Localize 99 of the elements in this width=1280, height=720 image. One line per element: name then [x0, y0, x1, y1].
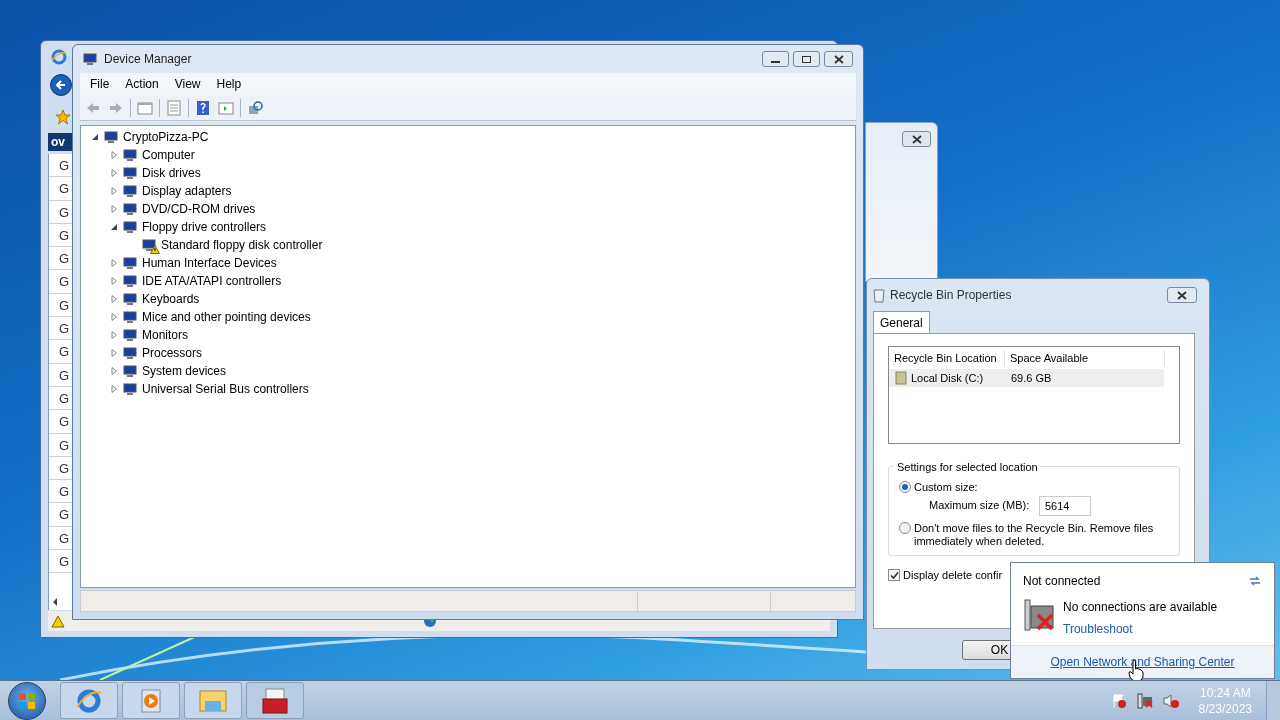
device-icon [141, 237, 157, 253]
tree-item[interactable]: IDE ATA/ATAPI controllers [142, 272, 282, 290]
tree-item[interactable]: Disk drives [142, 164, 201, 182]
tree-item[interactable]: DVD/CD-ROM drives [142, 200, 256, 218]
column-header[interactable]: Space Available [1005, 349, 1165, 367]
tree-item[interactable]: Standard floppy disk controller [161, 236, 323, 254]
connection-message: No connections are available [1063, 599, 1218, 616]
expand-arrow-icon[interactable] [110, 277, 118, 285]
tab[interactable]: General [873, 311, 930, 333]
close-icon [833, 54, 844, 64]
favorites-star-icon[interactable] [55, 109, 71, 125]
tree-item[interactable]: Display adapters [142, 182, 232, 200]
warning-icon [51, 614, 65, 628]
tree-item[interactable]: Processors [142, 344, 203, 362]
back-button[interactable] [50, 74, 72, 96]
expand-arrow-icon[interactable] [110, 295, 118, 303]
expand-arrow-icon[interactable] [110, 169, 118, 177]
drive-icon [895, 371, 907, 385]
expand-arrow-icon[interactable] [110, 313, 118, 321]
tree-item[interactable]: Floppy drive controllers [142, 218, 267, 236]
radio-button[interactable] [899, 481, 911, 494]
close-button[interactable] [902, 131, 931, 147]
tree-item[interactable]: Computer [142, 146, 195, 164]
device-icon [122, 273, 138, 289]
tree-item[interactable]: CryptoPizza-PC [123, 128, 209, 146]
recycle-bin-icon [873, 287, 885, 303]
expand-arrow-icon[interactable] [110, 385, 118, 393]
browser-taskbar-button[interactable] [60, 682, 118, 719]
device-icon [122, 381, 138, 397]
field-label: Maximum size (MB): [929, 498, 1031, 514]
network-disconnected-icon [1023, 598, 1055, 632]
tree-item[interactable]: Human Interface Devices [142, 254, 277, 272]
minimize-button[interactable] [762, 51, 789, 67]
checkbox[interactable] [888, 569, 900, 582]
troubleshoot-link[interactable]: Troubleshoot [1063, 620, 1218, 638]
table-cell-text: Local Disk (C:) [911, 370, 985, 386]
device-icon [122, 165, 138, 181]
device-icon [122, 255, 138, 271]
collapse-arrow-icon[interactable] [91, 133, 99, 141]
device-icon [122, 345, 138, 361]
window-title: Device Manager [104, 51, 193, 68]
radio-label: Don't move files to the Recycle Bin. Remove files immediately when deleted. [914, 521, 1155, 548]
expand-arrow-icon[interactable] [110, 151, 118, 159]
speaker-muted-icon[interactable] [1162, 692, 1179, 709]
list-row[interactable]: Local Disk (C:) 69.6 GB [889, 369, 1164, 387]
toolbox-icon [260, 686, 290, 715]
device-icon [122, 327, 138, 343]
close-button[interactable] [1167, 287, 1197, 303]
close-button[interactable] [824, 51, 853, 67]
device-icon [122, 363, 138, 379]
expand-arrow-icon[interactable] [110, 259, 118, 267]
device-icon [122, 219, 138, 235]
expand-arrow-icon[interactable] [110, 349, 118, 357]
tree-item[interactable]: System devices [142, 362, 227, 380]
close-icon [911, 134, 922, 144]
close-icon [1177, 290, 1187, 300]
device-icon [122, 183, 138, 199]
table-cell-text: 69.6 GB [1011, 370, 1052, 386]
tree-item[interactable]: Universal Serial Bus controllers [142, 380, 309, 398]
radio-label: Custom size: [914, 480, 978, 495]
radio-button[interactable] [899, 521, 911, 534]
media-player-taskbar-button[interactable] [122, 682, 180, 719]
computer-icon [103, 129, 119, 145]
tree-item[interactable]: Monitors [142, 326, 188, 344]
device-icon [122, 201, 138, 217]
tree-item[interactable]: Mice and other pointing devices [142, 308, 311, 326]
device-icon [122, 147, 138, 163]
expand-arrow-icon[interactable] [110, 205, 118, 213]
column-header[interactable]: Recycle Bin Location [889, 349, 1005, 367]
menu-item[interactable]: Help [210, 75, 248, 93]
media-player-icon [139, 687, 163, 714]
browser-logo-icon [51, 49, 67, 65]
maximize-button[interactable] [793, 51, 820, 67]
scroll-left-arrow-icon[interactable] [52, 598, 58, 606]
folder-icon [198, 687, 228, 714]
window-title: Recycle Bin Properties [890, 287, 1013, 304]
action-center-flag-icon[interactable] [1110, 692, 1127, 709]
network-tray-icon[interactable] [1136, 692, 1153, 709]
toolbox-taskbar-button[interactable] [246, 682, 304, 719]
start-button[interactable] [8, 681, 46, 720]
tree-item[interactable]: Keyboards [142, 290, 200, 308]
refresh-icon[interactable] [1248, 575, 1262, 587]
menu-item[interactable]: Action [119, 75, 165, 93]
expand-arrow-icon[interactable] [110, 331, 118, 339]
expand-arrow-icon[interactable] [110, 187, 118, 195]
connection-status: Not connected [1023, 573, 1102, 590]
menu-item[interactable]: File [84, 75, 116, 93]
checkbox-label: Display delete confir [903, 568, 1003, 583]
expand-arrow-icon[interactable] [110, 367, 118, 375]
max-size-field[interactable]: 5614 [1039, 495, 1091, 516]
window-icon [82, 51, 98, 67]
device-icon [122, 291, 138, 307]
collapse-arrow-icon[interactable] [110, 223, 118, 231]
browser-tab[interactable]: ov [48, 133, 72, 151]
menu-item[interactable]: View [168, 75, 207, 93]
back-arrow-icon [55, 79, 67, 91]
windows-logo-icon [17, 690, 37, 711]
show-desktop-button[interactable] [1266, 680, 1280, 720]
device-icon [122, 309, 138, 325]
